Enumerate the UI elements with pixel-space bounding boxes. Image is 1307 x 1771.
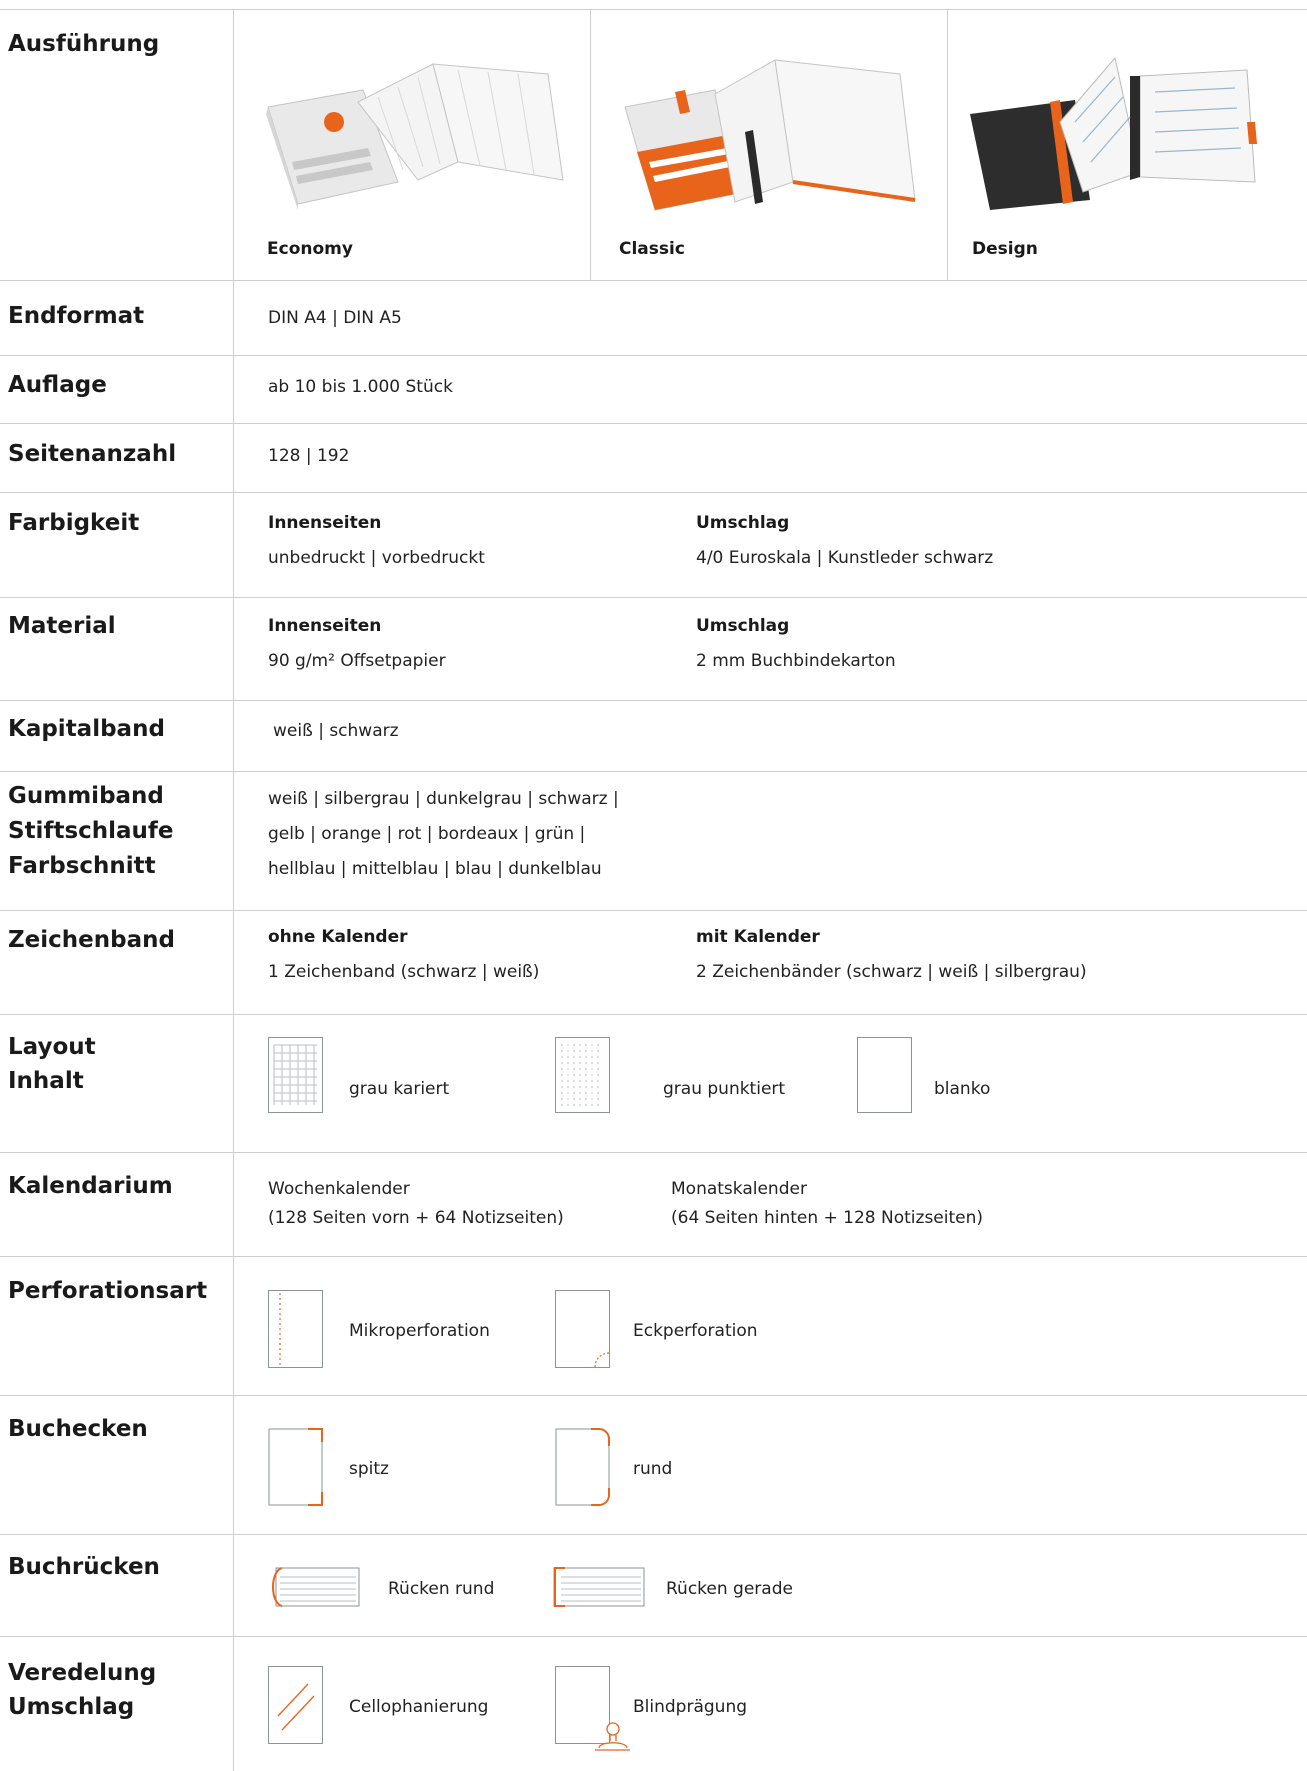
row-label-kalendarium: Kalendarium	[8, 1173, 173, 1199]
gummiband-colors-line: gelb | orange | rot | bordeaux | grün |	[268, 824, 586, 844]
material-innenseiten-heading: Innenseiten	[268, 616, 382, 636]
stamp-emboss-icon	[555, 1666, 630, 1756]
spine-option-rund: Rücken rund	[388, 1579, 495, 1599]
row-divider	[0, 910, 1307, 911]
row-divider	[0, 771, 1307, 772]
perforation-option-mikro: Mikroperforation	[349, 1321, 490, 1341]
row-divider	[0, 700, 1307, 701]
zeichenband-mit-heading: mit Kalender	[696, 927, 820, 947]
layout-option-blanko: blanko	[934, 1079, 991, 1099]
row-label-stiftschlaufe: Stiftschlaufe	[8, 818, 174, 844]
monatskalender-title: Monatskalender	[671, 1179, 807, 1199]
monatskalender-detail: (64 Seiten hinten + 128 Notizseiten)	[671, 1208, 984, 1228]
column-divider	[590, 9, 591, 280]
row-divider	[0, 597, 1307, 598]
farbigkeit-umschlag-value: 4/0 Euroskala | Kunstleder schwarz	[696, 548, 994, 568]
corner-perforation-icon	[555, 1290, 610, 1368]
economy-book-image	[258, 52, 568, 212]
microperforation-icon	[268, 1290, 323, 1368]
blank-page-icon	[857, 1037, 912, 1113]
row-divider	[0, 355, 1307, 356]
material-umschlag-heading: Umschlag	[696, 616, 790, 636]
kapitalband-value: weiß | schwarz	[273, 721, 399, 741]
row-label-material: Material	[8, 613, 116, 639]
finish-option-cellophanierung: Cellophanierung	[349, 1697, 489, 1717]
wochenkalender-detail: (128 Seiten vorn + 64 Notizseiten)	[268, 1208, 564, 1228]
row-label-kapitalband: Kapitalband	[8, 716, 165, 742]
zeichenband-mit-value: 2 Zeichenbänder (schwarz | weiß | silber…	[696, 962, 1087, 982]
round-corner-icon	[555, 1428, 611, 1506]
row-label-buchruecken: Buchrücken	[8, 1554, 160, 1580]
grid-page-icon	[268, 1037, 323, 1113]
dotted-page-icon	[555, 1037, 610, 1113]
straight-spine-icon	[553, 1567, 645, 1607]
row-label-inhalt: Inhalt	[8, 1068, 84, 1094]
row-label-perforationsart: Perforationsart	[8, 1278, 208, 1304]
endformat-value: DIN A4 | DIN A5	[268, 308, 402, 328]
variant-label-design: Design	[972, 239, 1038, 259]
round-spine-icon	[268, 1567, 360, 1607]
seitenanzahl-value: 128 | 192	[268, 446, 350, 466]
spine-option-gerade: Rücken gerade	[666, 1579, 793, 1599]
material-umschlag-value: 2 mm Buchbindekarton	[696, 651, 896, 671]
row-divider	[0, 1256, 1307, 1257]
pointed-corner-icon	[268, 1428, 324, 1506]
variant-label-classic: Classic	[619, 239, 685, 259]
lamination-icon	[268, 1666, 324, 1744]
row-label-layout: Layout	[8, 1034, 96, 1060]
zeichenband-ohne-heading: ohne Kalender	[268, 927, 408, 947]
zeichenband-ohne-value: 1 Zeichenband (schwarz | weiß)	[268, 962, 540, 982]
gummiband-colors-line: weiß | silbergrau | dunkelgrau | schwarz…	[268, 789, 619, 809]
row-label-seitenanzahl: Seitenanzahl	[8, 441, 177, 467]
farbigkeit-umschlag-heading: Umschlag	[696, 513, 790, 533]
wochenkalender-title: Wochenkalender	[268, 1179, 410, 1199]
row-divider	[0, 1534, 1307, 1535]
gummiband-colors-line: hellblau | mittelblau | blau | dunkelbla…	[268, 859, 602, 879]
row-label-buchecken: Buchecken	[8, 1416, 148, 1442]
column-divider	[233, 9, 234, 1771]
row-label-endformat: Endformat	[8, 303, 145, 329]
classic-book-image	[615, 52, 925, 212]
row-divider	[0, 9, 1307, 10]
row-divider	[0, 492, 1307, 493]
row-divider	[0, 280, 1307, 281]
corner-option-spitz: spitz	[349, 1459, 389, 1479]
row-divider	[0, 1152, 1307, 1153]
row-label-farbigkeit: Farbigkeit	[8, 510, 140, 536]
row-label-gummiband: Gummiband	[8, 783, 164, 809]
row-divider	[0, 1014, 1307, 1015]
row-label-zeichenband: Zeichenband	[8, 927, 175, 953]
layout-option-punktiert: grau punktiert	[663, 1079, 786, 1099]
farbigkeit-innenseiten-value: unbedruckt | vorbedruckt	[268, 548, 485, 568]
layout-option-kariert: grau kariert	[349, 1079, 450, 1099]
row-divider	[0, 1395, 1307, 1396]
auflage-value: ab 10 bis 1.000 Stück	[268, 377, 453, 397]
row-label-farbschnitt: Farbschnitt	[8, 853, 156, 879]
row-label-veredelung: Veredelung	[8, 1660, 157, 1686]
perforation-option-eck: Eckperforation	[633, 1321, 758, 1341]
row-label-umschlag: Umschlag	[8, 1694, 135, 1720]
row-label-ausfuehrung: Ausführung	[8, 31, 160, 57]
row-divider	[0, 423, 1307, 424]
finish-option-blindpraegung: Blindprägung	[633, 1697, 748, 1717]
variant-label-economy: Economy	[267, 239, 353, 259]
farbigkeit-innenseiten-heading: Innenseiten	[268, 513, 382, 533]
row-label-auflage: Auflage	[8, 372, 107, 398]
column-divider	[947, 9, 948, 280]
design-book-image	[965, 52, 1265, 212]
material-innenseiten-value: 90 g/m² Offsetpapier	[268, 651, 446, 671]
corner-option-rund: rund	[633, 1459, 673, 1479]
row-divider	[0, 1636, 1307, 1637]
